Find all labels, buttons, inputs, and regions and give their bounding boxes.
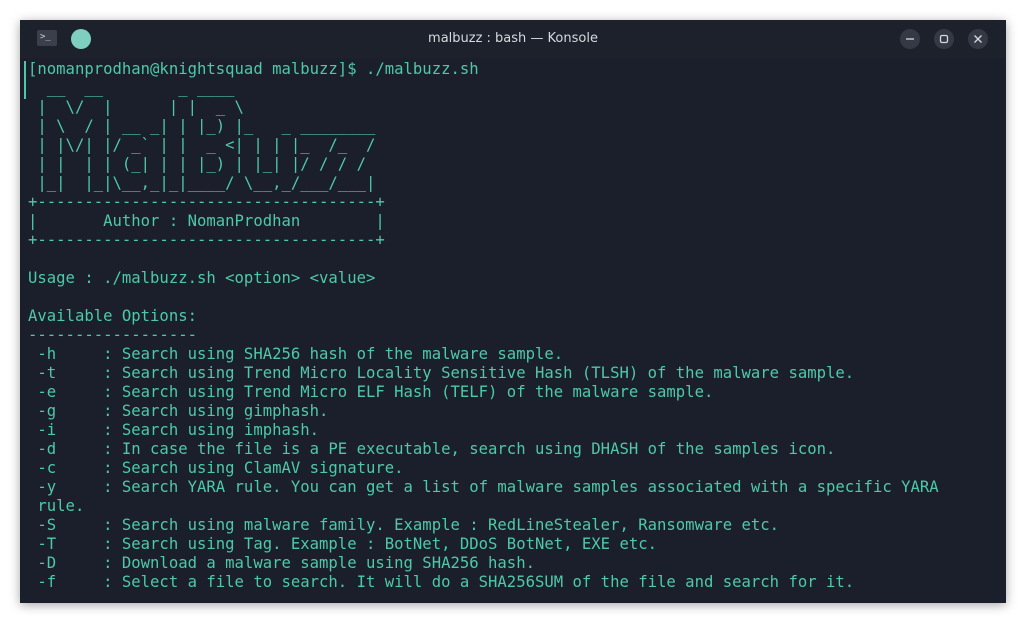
- terminal-line: Available Options:: [28, 307, 197, 325]
- close-icon: [974, 35, 982, 43]
- title-bar[interactable]: malbuzz : bash — Konsole >_: [20, 20, 1006, 58]
- close-button[interactable]: [968, 29, 988, 49]
- terminal-line: rule.: [28, 497, 85, 515]
- terminal-line: | Author : NomanProdhan |: [28, 212, 385, 230]
- terminal-line: -g : Search using gimphash.: [28, 402, 329, 420]
- terminal-line: ------------------: [28, 326, 197, 344]
- terminal-line: -S : Search using malware family. Exampl…: [28, 516, 780, 534]
- terminal-line: -f : Select a file to search. It will do…: [28, 573, 855, 591]
- terminal-line: -c : Search using ClamAV signature.: [28, 459, 404, 477]
- maximize-button[interactable]: [934, 29, 954, 49]
- scroll-marker: [24, 61, 26, 99]
- terminal-output[interactable]: [nomanprodhan@knightsquad malbuzz]$ ./ma…: [28, 60, 1000, 603]
- terminal-icon[interactable]: >_: [37, 30, 57, 46]
- terminal-line: +------------------------------------+: [28, 193, 385, 211]
- terminal-line: -T : Search using Tag. Example : BotNet,…: [28, 535, 658, 553]
- terminal-line: Usage : ./malbuzz.sh <option> <value>: [28, 269, 376, 287]
- terminal-line: -D : Download a malware sample using SHA…: [28, 554, 535, 572]
- terminal-line: |_| |_|\__,_|_|____/ \__,_/___/___|: [28, 174, 376, 192]
- terminal-line: -i : Search using imphash.: [28, 421, 320, 439]
- terminal-line: | | | | (_| | | |_) | |_| |/ / / /: [28, 155, 366, 173]
- terminal-line: __ __ _ ____: [28, 79, 235, 97]
- maximize-icon: [939, 34, 949, 44]
- window-title: malbuzz : bash — Konsole: [428, 31, 598, 46]
- terminal-line: -t : Search using Trend Micro Locality S…: [28, 364, 855, 382]
- minimize-icon: [906, 38, 914, 40]
- pin-icon[interactable]: [71, 29, 91, 49]
- terminal-line: -e : Search using Trend Micro ELF Hash (…: [28, 383, 714, 401]
- terminal-line: -h : Search using SHA256 hash of the mal…: [28, 345, 564, 363]
- terminal-line: -d : In case the file is a PE executable…: [28, 440, 836, 458]
- terminal-line: [nomanprodhan@knightsquad malbuzz]$ ./ma…: [28, 60, 479, 78]
- terminal-line: | |\/| |/ _` | | _ <| | | |_ /_ /: [28, 136, 376, 154]
- terminal-line: -y : Search YARA rule. You can get a lis…: [28, 478, 939, 496]
- terminal-line: | \/ | | | _ \: [28, 98, 244, 116]
- minimize-button[interactable]: [900, 29, 920, 49]
- terminal-line: +------------------------------------+: [28, 231, 385, 249]
- terminal-line: | \ / | __ _| | |_) |_ _ ________: [28, 117, 376, 135]
- konsole-window: malbuzz : bash — Konsole >_ [nomanprodha…: [20, 20, 1006, 603]
